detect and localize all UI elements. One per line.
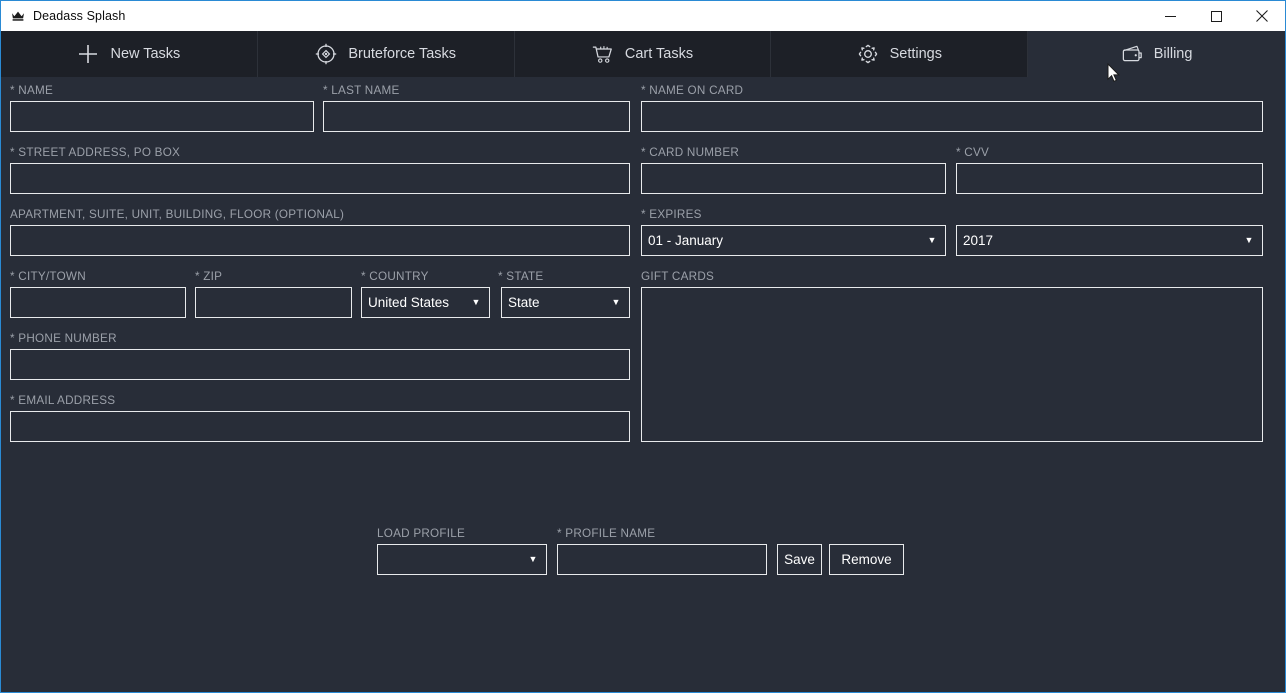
card-number-input[interactable]	[641, 163, 946, 194]
chevron-down-icon: ▼	[528, 554, 538, 564]
email-address-input[interactable]	[10, 411, 630, 442]
tab-label: Cart Tasks	[624, 45, 694, 62]
load-profile-select[interactable]: ▼	[377, 544, 547, 575]
name-label: * NAME	[10, 84, 54, 97]
apartment-input[interactable]	[10, 225, 630, 256]
phone-number-input[interactable]	[10, 349, 630, 380]
tab-cart-tasks[interactable]: Cart Tasks	[514, 31, 772, 77]
street-address-input[interactable]	[10, 163, 630, 194]
tab-label: Billing	[1153, 45, 1193, 62]
city-label: * CITY/TOWN	[10, 270, 86, 283]
tab-label: New Tasks	[110, 45, 181, 62]
phone-number-label: * PHONE NUMBER	[10, 332, 117, 345]
profile-name-label: * PROFILE NAME	[557, 527, 656, 540]
street-address-label: * STREET ADDRESS, PO BOX	[10, 146, 181, 159]
last-name-label: * LAST NAME	[323, 84, 400, 97]
tab-label: Settings	[889, 45, 942, 62]
close-button[interactable]	[1239, 1, 1285, 31]
expires-year-select[interactable]: 2017 ▼	[956, 225, 1263, 256]
remove-button[interactable]: Remove	[829, 544, 904, 575]
name-on-card-label: * NAME ON CARD	[641, 84, 744, 97]
window-controls	[1147, 1, 1285, 31]
gear-icon	[857, 43, 879, 65]
chevron-down-icon: ▼	[471, 297, 481, 307]
tab-label: Bruteforce Tasks	[348, 45, 457, 62]
tab-settings[interactable]: Settings	[771, 31, 1029, 77]
cvv-label: * CVV	[956, 146, 990, 159]
gift-cards-label: GIFT CARDS	[641, 270, 715, 283]
state-select[interactable]: State ▼	[501, 287, 630, 318]
gift-cards-textarea[interactable]	[641, 287, 1263, 442]
cvv-input[interactable]	[956, 163, 1263, 194]
plus-icon	[77, 43, 99, 65]
email-address-label: * EMAIL ADDRESS	[10, 394, 116, 407]
window-title: Deadass Splash	[33, 9, 126, 23]
country-select[interactable]: United States ▼	[361, 287, 490, 318]
application-window: Deadass Splash New Tasks Bruteforce Task…	[0, 0, 1286, 693]
expires-month-select[interactable]: 01 - January ▼	[641, 225, 946, 256]
shopping-cart-icon	[592, 43, 614, 65]
title-bar: Deadass Splash	[1, 1, 1285, 31]
expires-label: * EXPIRES	[641, 208, 702, 221]
state-label: * STATE	[498, 270, 544, 283]
minimize-button[interactable]	[1147, 1, 1193, 31]
country-label: * COUNTRY	[361, 270, 429, 283]
tab-new-tasks[interactable]: New Tasks	[1, 31, 258, 77]
card-number-label: * CARD NUMBER	[641, 146, 740, 159]
name-on-card-input[interactable]	[641, 101, 1263, 132]
wallet-icon	[1121, 43, 1143, 65]
tab-bar: New Tasks Bruteforce Tasks Cart Tasks Se…	[1, 31, 1285, 77]
tab-billing[interactable]: Billing	[1028, 31, 1285, 77]
name-input[interactable]	[10, 101, 314, 132]
crown-icon	[10, 8, 26, 24]
tab-bruteforce-tasks[interactable]: Bruteforce Tasks	[257, 31, 515, 77]
maximize-button[interactable]	[1193, 1, 1239, 31]
apartment-label: APARTMENT, SUITE, UNIT, BUILDING, FLOOR …	[10, 208, 345, 221]
zip-input[interactable]	[195, 287, 352, 318]
state-value: State	[508, 295, 540, 310]
city-input[interactable]	[10, 287, 186, 318]
load-profile-label: LOAD PROFILE	[377, 527, 466, 540]
profile-name-input[interactable]	[557, 544, 767, 575]
chevron-down-icon: ▼	[927, 235, 937, 245]
save-button[interactable]: Save	[777, 544, 822, 575]
billing-form-panel: * NAME * LAST NAME * NAME ON CARD * STRE…	[1, 77, 1285, 692]
last-name-input[interactable]	[323, 101, 630, 132]
target-icon	[315, 43, 337, 65]
chevron-down-icon: ▼	[1244, 235, 1254, 245]
expires-year-value: 2017	[963, 233, 994, 248]
expires-month-value: 01 - January	[648, 233, 724, 248]
zip-label: * ZIP	[195, 270, 223, 283]
title-bar-left: Deadass Splash	[1, 8, 125, 24]
chevron-down-icon: ▼	[611, 297, 621, 307]
country-value: United States	[368, 295, 450, 310]
